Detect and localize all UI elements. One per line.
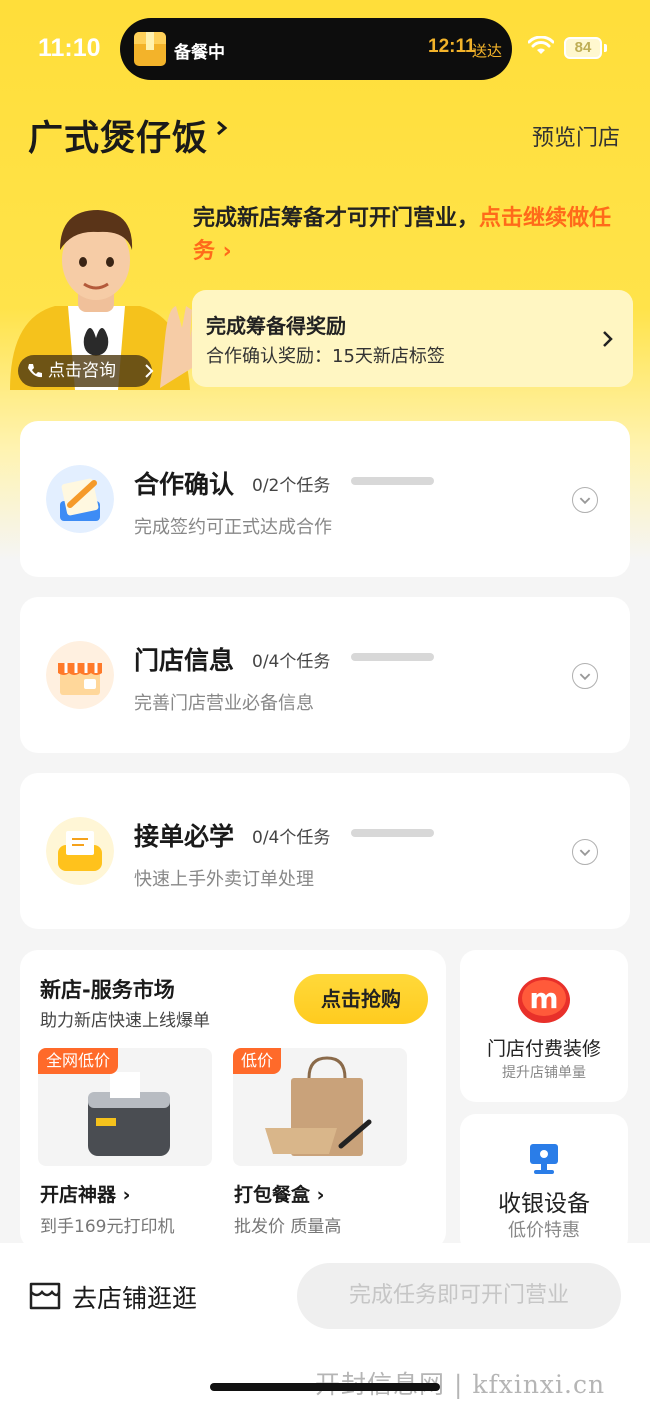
bottom-action-bar: 去店铺逛逛 完成任务即可开门营业 开封信息网 | kfxinxi.cn [0,1243,650,1405]
cash-register-icon [530,1144,558,1174]
open-store-button[interactable]: 完成任务即可开门营业 [297,1263,621,1329]
store-name[interactable]: 广式煲仔饭 [28,110,208,161]
consult-button[interactable]: 点击咨询 [18,355,154,387]
order-printer-icon [46,817,114,885]
task-title: 合作确认 [134,470,235,499]
product-description: 批发价 质量高 [234,1217,342,1237]
chevron-right-icon [603,331,613,347]
task-subtitle: 快速上手外卖订单处理 [134,869,314,890]
service-market-card: 新店-服务市场 助力新店快速上线爆单 点击抢购 全网低价 低价 开店神器 › 到… [20,950,446,1250]
product-name[interactable]: 开店神器 › [40,1180,130,1207]
setup-notice: 完成新店筹备才可开门营业，点击继续做任务 › [193,202,623,268]
decoration-subtitle: 提升店铺单量 [502,1065,586,1081]
delivery-box-icon [134,32,166,66]
task-count: 0/2个任务 [252,476,331,496]
task-count: 0/4个任务 [252,828,331,848]
order-status-label: 备餐中 [174,43,225,63]
task-progress-bar [351,477,434,485]
chevron-down-icon[interactable] [572,839,598,865]
product-description: 到手169元打印机 [40,1217,175,1237]
reward-title: 完成筹备得奖励 [206,314,346,338]
chevron-down-icon[interactable] [572,663,598,689]
preview-store-link[interactable]: 预览门店 [532,120,620,152]
contract-icon [46,465,114,533]
reward-subtitle: 合作确认奖励：15天新店标签 [206,346,445,367]
phone-icon [28,364,42,378]
chevron-right-icon[interactable]: › [215,239,232,264]
svg-text:m: m [529,982,558,1015]
dynamic-island[interactable]: 备餐中 12:11 送达 [120,18,512,80]
visit-store-link[interactable]: 去店铺逛逛 [72,1279,197,1315]
task-subtitle: 完善门店营业必备信息 [134,693,314,714]
storefront-icon [46,641,114,709]
task-subtitle: 完成签约可正式达成合作 [134,517,332,538]
price-tag: 全网低价 [38,1048,119,1074]
chevron-right-icon[interactable] [214,120,230,136]
cash-register-subtitle: 低价特惠 [508,1220,580,1241]
cash-register-card[interactable]: 收银设备 低价特惠 [460,1114,628,1254]
reward-card[interactable]: 完成筹备得奖励 合作确认奖励：15天新店标签 [192,290,633,387]
notice-text: 完成新店筹备才可开门营业， [193,206,480,231]
task-title: 接单必学 [134,822,235,851]
clock: 11:10 [38,34,101,62]
product-name[interactable]: 打包餐盒 › [234,1180,324,1207]
home-indicator[interactable] [210,1383,440,1391]
cash-register-label: 收银设备 [498,1191,590,1217]
shop-icon[interactable] [28,1281,62,1311]
task-count: 0/4个任务 [252,652,331,672]
chevron-down-icon[interactable] [572,487,598,513]
task-card-order-learning[interactable]: 接单必学 0/4个任务 快速上手外卖订单处理 [20,773,630,929]
decoration-label: 门店付费装修 [486,1038,601,1060]
m-logo-icon: m [518,977,570,1023]
store-decoration-card[interactable]: m 门店付费装修 提升店铺单量 [460,950,628,1102]
product-image-printer[interactable]: 全网低价 [38,1048,212,1166]
battery-level: 84 [564,37,602,59]
task-card-contract[interactable]: 合作确认 0/2个任务 完成签约可正式达成合作 [20,421,630,577]
market-title: 新店-服务市场 [40,978,175,1002]
market-subtitle: 助力新店快速上线爆单 [40,1011,210,1031]
consult-label: 点击咨询 [48,361,116,381]
buy-now-button[interactable]: 点击抢购 [294,974,428,1024]
price-tag: 低价 [233,1048,282,1074]
delivery-suffix: 送达 [472,42,503,60]
task-card-store-info[interactable]: 门店信息 0/4个任务 完善门店营业必备信息 [20,597,630,753]
wifi-icon [528,36,554,54]
task-title: 门店信息 [134,646,235,675]
task-progress-bar [351,829,434,837]
chevron-right-icon [145,364,154,378]
task-progress-bar [351,653,434,661]
delivery-time: 12:11 [428,36,476,57]
product-image-box[interactable]: 低价 [233,1048,407,1166]
battery-tip [604,44,607,52]
status-bar: 11:10 备餐中 12:11 送达 84 [0,0,650,96]
